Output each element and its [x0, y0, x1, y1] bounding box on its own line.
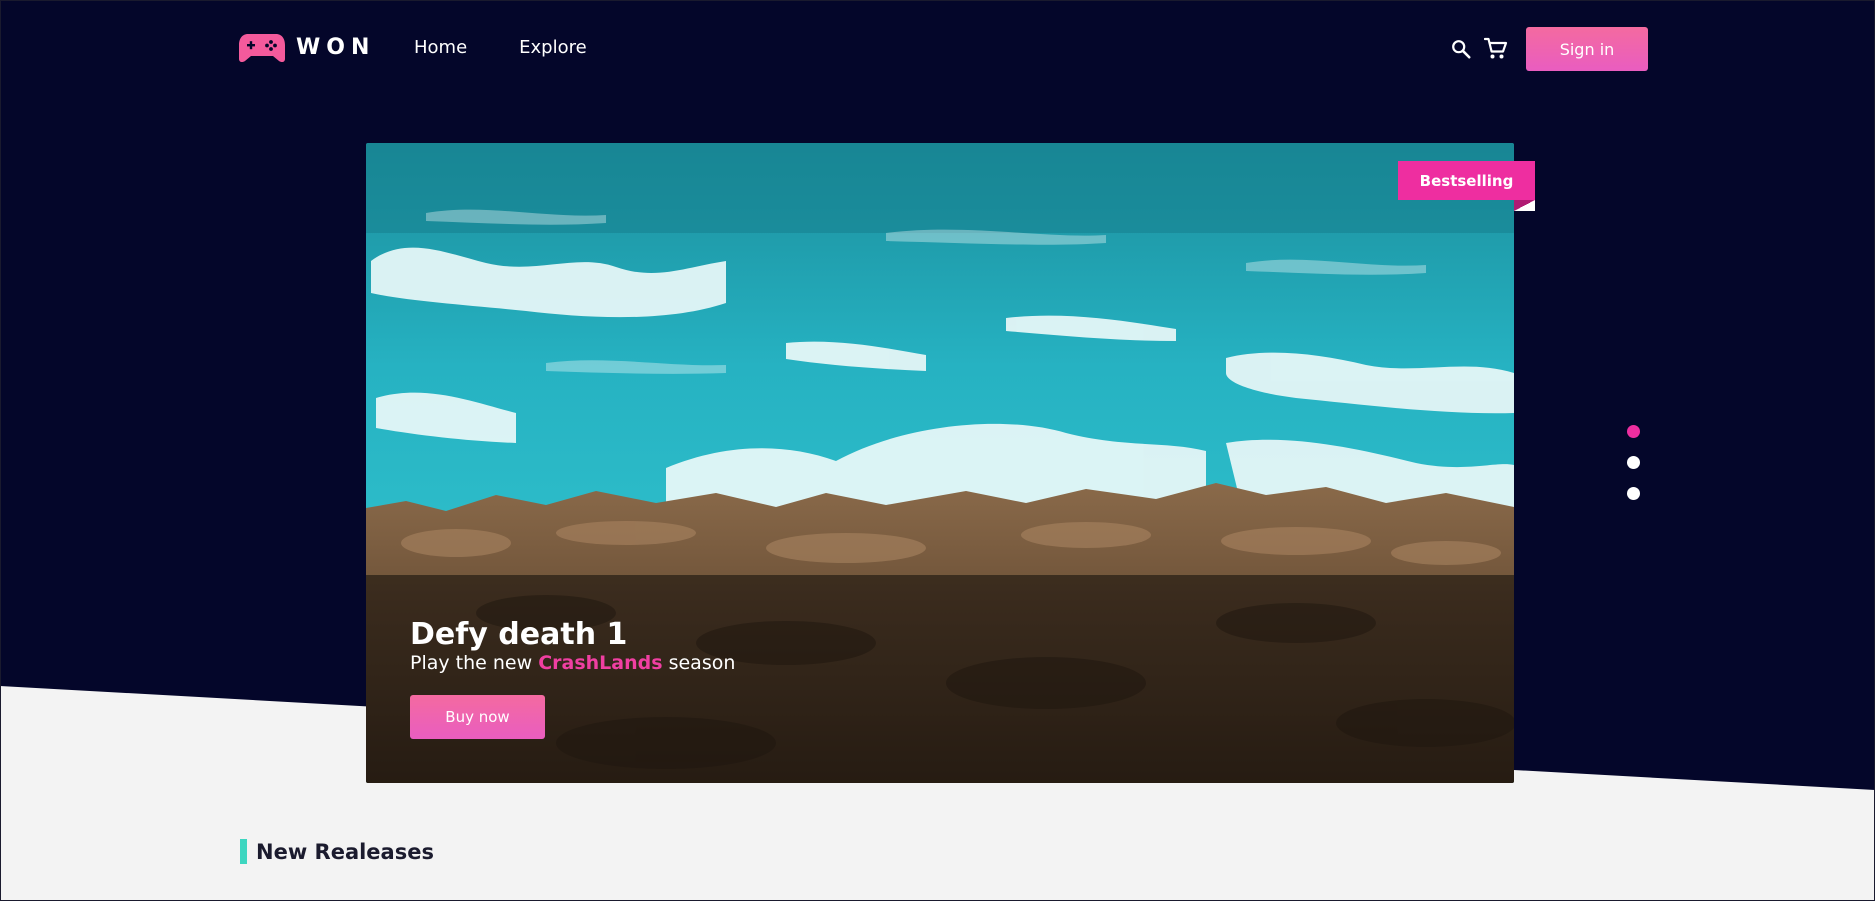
section-title: New Realeases	[256, 839, 434, 864]
nav-home[interactable]: Home	[414, 37, 467, 58]
new-releases-heading: New Realeases	[240, 839, 434, 864]
nav-explore[interactable]: Explore	[519, 37, 587, 58]
bestselling-badge: Bestselling	[1398, 161, 1535, 200]
section-accent-bar	[240, 839, 247, 864]
carousel-dot-1[interactable]	[1627, 425, 1640, 438]
hero-subtitle-highlight: CrashLands	[538, 652, 663, 674]
sign-in-button[interactable]: Sign in	[1526, 27, 1648, 71]
hero-subtitle: Play the new CrashLands season	[410, 652, 735, 674]
carousel-dots	[1627, 425, 1641, 518]
hero-slide: Defy death 1 Play the new CrashLands sea…	[366, 143, 1514, 783]
cart-icon[interactable]	[1483, 36, 1509, 62]
header-actions: Sign in	[1448, 27, 1648, 71]
carousel-dot-2[interactable]	[1627, 456, 1640, 469]
hero-caption-overlay	[366, 575, 1514, 783]
carousel-dot-3[interactable]	[1627, 487, 1640, 500]
buy-now-button[interactable]: Buy now	[410, 695, 545, 739]
site-header: WON Home Explore Sign in	[0, 0, 1875, 100]
hero-title: Defy death 1	[410, 617, 628, 652]
brand-name: WON	[296, 34, 376, 60]
hero-subtitle-suffix: season	[662, 652, 736, 674]
badge-fold	[1514, 200, 1535, 211]
search-icon[interactable]	[1448, 36, 1474, 62]
main-nav: Home Explore	[414, 37, 587, 58]
logo[interactable]: WON	[238, 31, 375, 63]
hero-subtitle-prefix: Play the new	[410, 652, 539, 674]
gamepad-icon	[238, 31, 286, 63]
